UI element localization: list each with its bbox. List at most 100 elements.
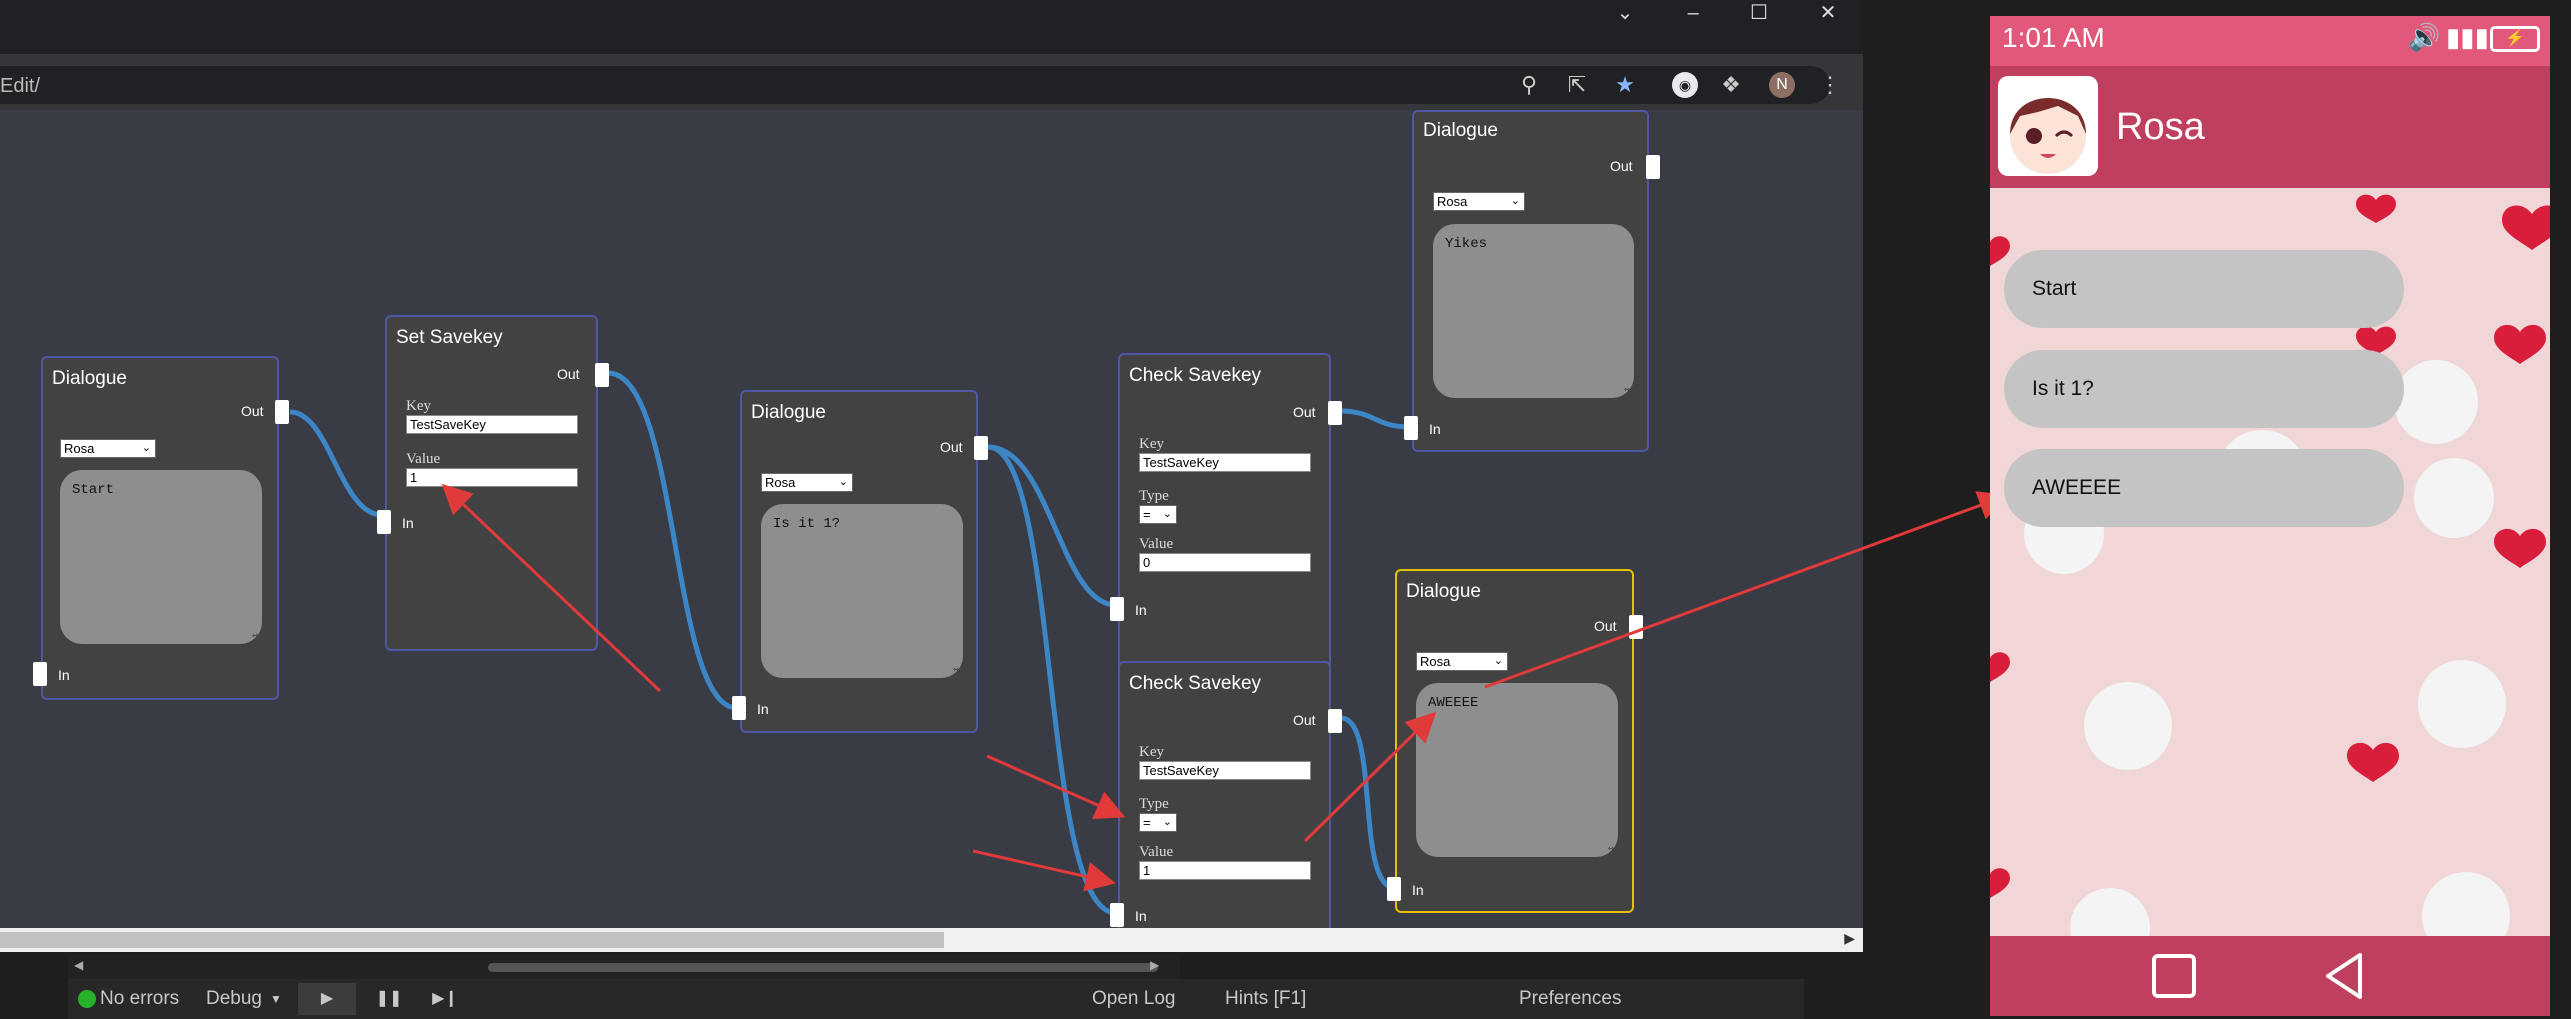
back-icon[interactable] [2320, 951, 2370, 1001]
key-label: Key [406, 398, 431, 414]
dialogue-textarea[interactable]: Yikes ⇿ [1433, 224, 1634, 398]
node-title: Dialogue [1406, 581, 1481, 602]
battery-icon: ⚡ [2490, 26, 2540, 52]
url-text[interactable]: Edit/ [0, 75, 40, 98]
out-label: Out [1293, 404, 1316, 420]
out-label: Out [557, 366, 580, 382]
puzzle-icon[interactable]: ❖ [1718, 72, 1744, 98]
out-port[interactable] [1328, 401, 1342, 425]
dialogue-textarea[interactable]: AWEEEE ⇿ [1416, 683, 1618, 857]
dialogue-node-start[interactable]: Dialogue Out Rosa ⌄ Start ⇿ In [33, 356, 289, 700]
minimize-icon[interactable]: – [1662, 0, 1724, 26]
maximize-icon[interactable]: ☐ [1728, 0, 1790, 26]
check-savekey-node-1[interactable]: Check Savekey Out Key TestSaveKey Type =… [1110, 661, 1342, 928]
hints-button[interactable]: Hints [F1] [1225, 988, 1306, 1010]
key-input[interactable]: TestSaveKey [406, 415, 578, 434]
phone-preview: 1:01 AM 🔊 ▮▮▮ ⚡ Rosa Start Is it 1? AWEE… [1990, 16, 2550, 1016]
avatar[interactable] [1998, 76, 2098, 176]
chat-message: Is it 1? [2004, 350, 2404, 428]
node-title: Check Savekey [1129, 673, 1262, 694]
chevron-down-icon: ⌄ [1510, 195, 1520, 207]
node-title: Dialogue [52, 368, 127, 389]
resize-grip-icon[interactable]: ⇿ [1624, 384, 1630, 396]
open-log-button[interactable]: Open Log [1092, 988, 1175, 1010]
in-port[interactable] [1110, 903, 1124, 927]
speaker-select[interactable]: Rosa ⌄ [761, 473, 853, 492]
dialogue-textarea[interactable]: Is it 1? ⇿ [761, 504, 963, 678]
node-editor-canvas[interactable]: Dialogue Out Rosa ⌄ Start ⇿ In Set Savekey… [0, 110, 1863, 928]
phone-nav-bar [1990, 936, 2550, 1016]
profile-avatar[interactable]: N [1769, 72, 1795, 98]
pause-button[interactable]: ❚❚ [366, 983, 412, 1015]
dialogue-node-yikes[interactable]: Dialogue Out Rosa ⌄ Yikes ⇿ In [1404, 110, 1660, 452]
play-button[interactable]: ▶ [298, 983, 356, 1015]
signal-icon: ▮▮▮ [2446, 22, 2489, 52]
dialogue-textarea[interactable]: Start ⇿ [60, 470, 262, 644]
out-label: Out [940, 439, 963, 455]
scroll-left-arrow-icon[interactable]: ◀ [74, 958, 83, 972]
close-icon[interactable]: ✕ [1797, 0, 1859, 26]
chevron-down-icon: ⌄ [838, 476, 848, 488]
resize-grip-icon[interactable]: ⇿ [252, 630, 258, 642]
set-savekey-node[interactable]: Set Savekey Out Key TestSaveKey Value 1 … [377, 315, 609, 651]
dialogue-node-is-it-1[interactable]: Dialogue Out Rosa ⌄ Is it 1? ⇿ In [732, 390, 988, 733]
out-port[interactable] [595, 363, 609, 387]
in-port[interactable] [1110, 597, 1124, 621]
out-port[interactable] [1629, 615, 1643, 639]
key-input[interactable]: TestSaveKey [1139, 761, 1311, 780]
extension-avatar-icon[interactable]: ◉ [1672, 72, 1698, 98]
speaker-select[interactable]: Rosa ⌄ [1416, 652, 1508, 671]
in-port[interactable] [377, 510, 391, 534]
volume-icon: 🔊 [2408, 22, 2441, 52]
chevron-down-icon[interactable]: ⌄ [1594, 0, 1656, 26]
editor-scrollbar[interactable]: ◀ ▶ [68, 955, 1180, 979]
bookmark-star-icon[interactable]: ★ [1612, 72, 1638, 98]
type-value: = [1143, 815, 1151, 830]
type-select[interactable]: = ⌄ [1139, 505, 1177, 524]
out-label: Out [241, 403, 264, 419]
preferences-button[interactable]: Preferences [1519, 988, 1621, 1010]
out-port[interactable] [275, 400, 289, 424]
horizontal-scrollbar[interactable]: ▶ [0, 928, 1863, 952]
speaker-select[interactable]: Rosa ⌄ [60, 439, 156, 458]
dialogue-node-aweeee[interactable]: Dialogue Out Rosa ⌄ AWEEEE ⇿ In [1387, 569, 1643, 913]
in-label: In [757, 701, 769, 717]
out-port[interactable] [974, 436, 988, 460]
zoom-icon[interactable]: ⚲ [1516, 72, 1542, 98]
value-input[interactable]: 1 [406, 468, 578, 487]
value-input[interactable]: 1 [1139, 861, 1311, 880]
speaker-value: Rosa [1420, 654, 1451, 669]
type-select[interactable]: = ⌄ [1139, 813, 1177, 832]
resize-grip-icon[interactable]: ⇿ [1608, 843, 1614, 855]
key-input[interactable]: TestSaveKey [1139, 453, 1311, 472]
value-label: Value [1139, 844, 1174, 860]
debug-dropdown[interactable]: Debug [206, 988, 262, 1010]
browser-toolbar: Edit/ ⚲ ⇱ ★ ◉ ❖ N ⋮ [0, 62, 1863, 108]
out-label: Out [1594, 618, 1617, 634]
phone-status-bar: 1:01 AM 🔊 ▮▮▮ ⚡ [1990, 16, 2550, 66]
chevron-down-icon: ▼ [270, 992, 282, 1006]
address-bar[interactable]: Edit/ ⚲ ⇱ ★ [0, 66, 1830, 104]
resize-grip-icon[interactable]: ⇿ [953, 664, 959, 676]
in-port[interactable] [732, 696, 746, 720]
value-label: Value [406, 451, 441, 467]
in-port[interactable] [1404, 416, 1418, 440]
out-port[interactable] [1328, 709, 1342, 733]
scrollbar-thumb[interactable] [0, 932, 944, 948]
scroll-right-arrow-icon[interactable]: ▶ [1150, 958, 1159, 972]
speaker-value: Rosa [765, 475, 796, 490]
step-button[interactable]: ▶❙ [422, 983, 468, 1015]
value-input[interactable]: 0 [1139, 553, 1311, 572]
share-icon[interactable]: ⇱ [1564, 72, 1590, 98]
scrollbar-thumb[interactable] [488, 963, 1158, 972]
more-icon[interactable]: ⋮ [1817, 72, 1843, 98]
recent-apps-icon[interactable] [2152, 954, 2196, 998]
scroll-right-arrow-icon[interactable]: ▶ [1844, 930, 1855, 947]
errors-status[interactable]: No errors [100, 988, 179, 1010]
speaker-select[interactable]: Rosa ⌄ [1433, 192, 1525, 211]
out-port[interactable] [1646, 155, 1660, 179]
in-label: In [1135, 602, 1147, 618]
status-ok-icon [78, 990, 96, 1008]
in-port[interactable] [33, 662, 47, 686]
in-port[interactable] [1387, 877, 1401, 901]
